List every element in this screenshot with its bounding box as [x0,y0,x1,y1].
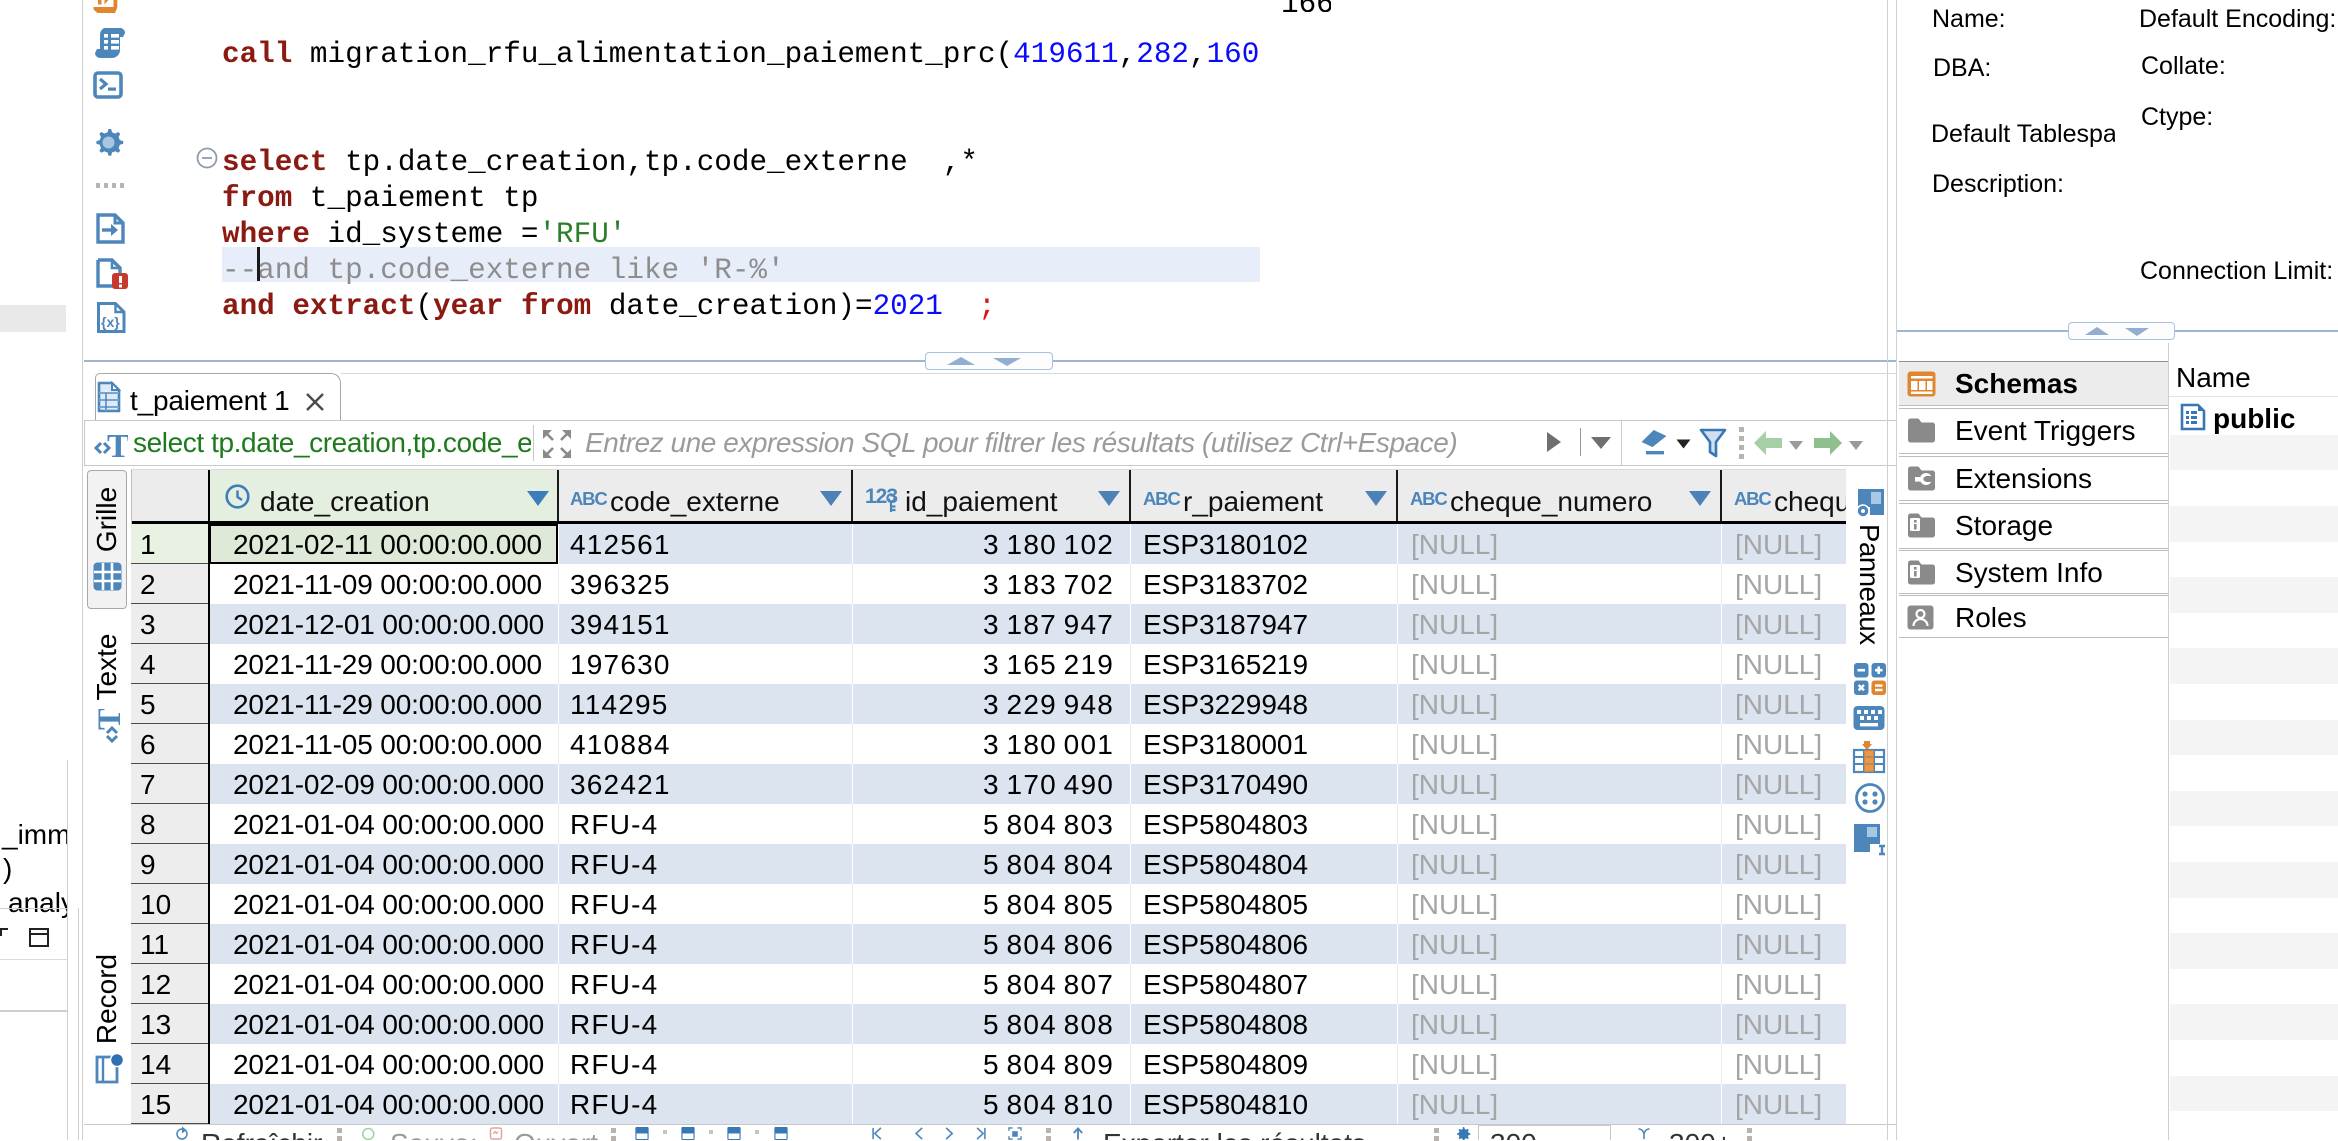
svg-text:T: T [92,709,124,730]
svg-text:{x}: {x} [101,314,120,330]
svg-text:T: T [107,428,128,462]
